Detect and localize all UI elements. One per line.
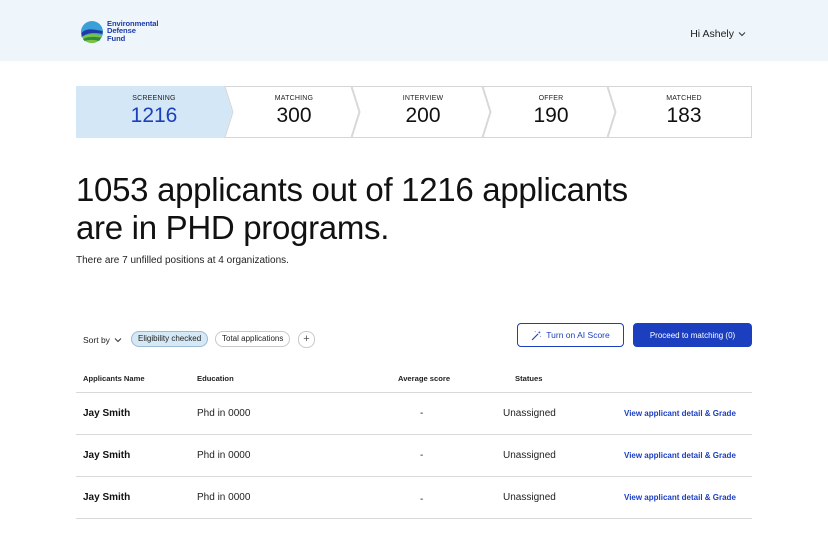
view-applicant-link[interactable]: View applicant detail & Grade <box>624 451 736 460</box>
sort-by-dropdown[interactable]: Sort by <box>83 335 122 345</box>
stage-label: MATCHING <box>274 95 314 102</box>
add-filter-button[interactable]: + <box>298 331 315 348</box>
filter-chip-eligibility[interactable]: Eligibility checked <box>131 331 209 347</box>
chevron-down-icon <box>114 338 122 343</box>
list-toolbar: Sort by Eligibility checked Total applic… <box>76 321 752 348</box>
applicant-name: Jay Smith <box>83 408 131 419</box>
stage-count: 300 <box>276 104 312 127</box>
applicant-status: Unassigned <box>503 450 556 461</box>
applicant-education: Phd in 0000 <box>197 408 251 419</box>
edf-logo[interactable]: Environmental Defense Fund <box>80 19 159 44</box>
stage-count: 183 <box>666 104 702 127</box>
magic-wand-icon <box>532 330 542 340</box>
view-applicant-link[interactable]: View applicant detail & Grade <box>624 409 736 418</box>
sort-by-label: Sort by <box>83 335 110 345</box>
applicants-table: Applicants Name Education Average score … <box>76 368 752 519</box>
stage-matching[interactable]: MATCHING 300 <box>229 86 359 138</box>
pipeline-stages: SCREENING 1216 MATCHING 300 INTERVIEW 20… <box>76 86 752 138</box>
applicant-status: Unassigned <box>503 408 556 419</box>
stage-offer[interactable]: OFFER 190 <box>487 86 615 138</box>
applicant-name: Jay Smith <box>83 450 131 461</box>
column-header-education[interactable]: Education <box>197 374 234 383</box>
user-greeting: Hi Ashely <box>690 28 734 40</box>
summary-subline: There are 7 unfilled positions at 4 orga… <box>76 255 289 266</box>
stage-label: OFFER <box>538 95 564 102</box>
ai-score-label: Turn on AI Score <box>546 330 610 340</box>
column-header-name[interactable]: Applicants Name <box>83 374 145 383</box>
stage-interview[interactable]: INTERVIEW 200 <box>356 86 490 138</box>
stage-label: INTERVIEW <box>402 95 444 102</box>
user-menu[interactable]: Hi Ashely <box>690 28 746 40</box>
summary-headline: 1053 applicants out of 1216 applicants a… <box>76 171 628 246</box>
logo-text: Environmental Defense Fund <box>107 19 159 43</box>
top-bar: Environmental Defense Fund Hi Ashely <box>0 0 828 61</box>
edf-logo-icon <box>81 21 103 43</box>
table-header: Applicants Name Education Average score … <box>76 368 752 393</box>
stage-count: 190 <box>533 104 569 127</box>
stage-count: 200 <box>405 104 441 127</box>
stage-label: SCREENING <box>132 95 176 102</box>
stage-count: 1216 <box>130 104 178 127</box>
table-row: Jay Smith Phd in 0000 - Unassigned View … <box>76 435 752 477</box>
logo-line-3: Fund <box>107 33 126 43</box>
applicant-status: Unassigned <box>503 492 556 503</box>
view-applicant-link[interactable]: View applicant detail & Grade <box>624 493 736 502</box>
filter-chip-total-applications[interactable]: Total applications <box>215 331 291 347</box>
applicant-score: - <box>420 450 424 461</box>
chevron-down-icon <box>738 32 746 37</box>
applicant-education: Phd in 0000 <box>197 492 251 503</box>
applicant-score: - <box>420 494 424 505</box>
ai-score-button[interactable]: Turn on AI Score <box>517 323 624 347</box>
stage-screening[interactable]: SCREENING 1216 <box>76 86 232 138</box>
applicant-education: Phd in 0000 <box>197 450 251 461</box>
stage-label: MATCHED <box>666 95 702 102</box>
column-header-average-score[interactable]: Average score <box>398 374 450 383</box>
applicant-score: - <box>420 408 424 419</box>
column-header-statues[interactable]: Statues <box>515 374 542 383</box>
table-row: Jay Smith Phd in 0000 - Unassigned View … <box>76 477 752 519</box>
proceed-to-matching-button[interactable]: Proceed to matching (0) <box>633 323 752 347</box>
table-row: Jay Smith Phd in 0000 - Unassigned View … <box>76 393 752 435</box>
stage-matched[interactable]: MATCHED 183 <box>612 86 756 138</box>
applicant-name: Jay Smith <box>83 492 131 503</box>
